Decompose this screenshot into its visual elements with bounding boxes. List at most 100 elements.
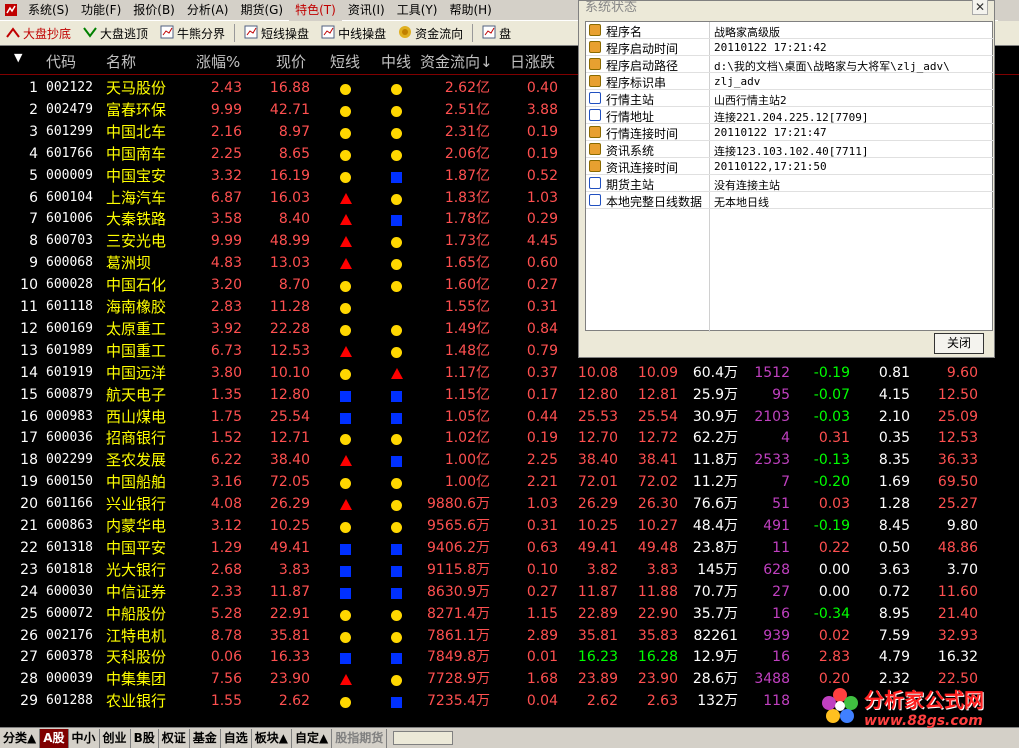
menu-item-6[interactable]: 资讯(I) (342, 0, 391, 21)
status-row[interactable]: 程序标识串 zlj_adv (586, 73, 994, 90)
status-key: 程序启动时间 (606, 42, 679, 56)
bottom-tab-0[interactable]: 分类▲ (0, 728, 41, 748)
header-mid-term[interactable]: 中线 (381, 51, 411, 72)
toolbar-button-0[interactable]: 大盘抄底 (0, 22, 77, 44)
table-row[interactable]: 21 600863 内蒙华电 3.12 10.25 9565.6万 0.31 10.25 10.… (0, 515, 1019, 537)
toolbar-button-6[interactable]: 盘 (476, 22, 517, 44)
daily-change: 0.19 (526, 123, 558, 140)
fund-flow: 1.55亿 (444, 299, 490, 315)
fund-flow: 1.00亿 (444, 474, 490, 491)
close-button[interactable]: 关闭 (934, 333, 984, 354)
app-logo-icon (2, 1, 20, 19)
bottom-tab-5[interactable]: 权证 (159, 728, 190, 748)
daily-change: 0.63 (526, 539, 558, 556)
ask-price: 26.30 (637, 496, 678, 513)
status-row[interactable]: 程序启动时间 20110122 17:21:42 (586, 39, 994, 56)
header-code[interactable]: 代码 (46, 51, 76, 72)
status-row[interactable]: 行情连接时间 20110122 17:21:47 (586, 124, 994, 141)
row-index: 10 (20, 277, 38, 294)
header-short-term[interactable]: 短线 (330, 51, 360, 72)
signal-square-icon (391, 456, 402, 468)
bottom-tab-7[interactable]: 自选 (221, 728, 252, 748)
menu-item-8[interactable]: 帮助(H) (443, 0, 497, 21)
stock-name: 兴业银行 (106, 495, 167, 514)
ask-price: 11.88 (637, 583, 678, 600)
menu-item-1[interactable]: 功能(F) (75, 0, 127, 21)
bottom-tab-4[interactable]: B股 (131, 728, 159, 748)
bottom-tab-10[interactable]: 股指期货 (332, 728, 388, 748)
change-percent: 1.55 (210, 693, 242, 710)
status-row[interactable]: 资讯连接时间 20110122,17:21:50 (586, 158, 994, 175)
stock-name: 航天电子 (106, 385, 167, 404)
table-row[interactable]: 25 600072 中船股份 5.28 22.91 8271.4万 1.15 22.89 22.… (0, 603, 1019, 625)
change-percent: 2.43 (210, 80, 242, 96)
header-change[interactable]: 涨幅% (196, 51, 240, 72)
bottom-tab-1[interactable]: A股 (40, 728, 69, 748)
fund-flow: 7235.4万 (427, 693, 490, 710)
dialog-close-icon[interactable]: ✕ (972, 0, 988, 15)
menu-item-5[interactable]: 特色(T) (289, 0, 342, 21)
open-price: 12.53 (937, 430, 978, 447)
horizontal-scrollbar[interactable] (393, 731, 454, 745)
rate-change: 0.00 (818, 561, 850, 578)
sort-toggle-icon[interactable]: ▼ (14, 51, 22, 64)
daily-change: 1.03 (526, 189, 558, 206)
signal-square-icon (340, 653, 351, 665)
bottom-tab-8[interactable]: 板块▲ (252, 728, 292, 748)
trade-count: 628 (763, 561, 790, 578)
bid-price: 12.70 (577, 430, 618, 447)
header-name[interactable]: 名称 (106, 51, 136, 72)
table-row[interactable]: 17 600036 招商银行 1.52 12.71 1.02亿 0.19 12.70 12.72… (0, 427, 1019, 449)
menu-item-4[interactable]: 期货(G) (234, 0, 289, 21)
toolbar-button-5[interactable]: 资金流向 (392, 22, 469, 44)
menu-item-0[interactable]: 系统(S) (22, 0, 75, 21)
table-row[interactable]: 24 600030 中信证券 2.33 11.87 8630.9万 0.27 11.87 11.… (0, 581, 1019, 603)
status-row[interactable]: 程序名 战略家高级版 (586, 22, 994, 39)
table-row[interactable]: 26 002176 江特电机 8.78 35.81 7861.1万 2.89 35.81 35.… (0, 625, 1019, 647)
bottom-tab-6[interactable]: 基金 (190, 728, 221, 748)
status-row[interactable]: 期货主站 没有连接主站 (586, 175, 994, 192)
toolbar-button-2[interactable]: 牛熊分界 (154, 22, 231, 44)
chart-icon (482, 25, 496, 42)
daily-change: 2.21 (526, 474, 558, 491)
volume: 132万 (697, 693, 738, 710)
header-fund-flow[interactable]: 资金流向↓ (420, 51, 493, 72)
table-row[interactable]: 20 601166 兴业银行 4.08 26.29 9880.6万 1.03 26.29 26.… (0, 493, 1019, 515)
status-row[interactable]: 行情主站 山西行情主站2 (586, 90, 994, 107)
bid-price: 11.87 (577, 583, 618, 600)
status-row[interactable]: 本地完整日线数据 无本地日线 (586, 192, 994, 209)
volume: 11.2万 (692, 474, 738, 491)
header-price[interactable]: 现价 (276, 51, 306, 72)
table-row[interactable]: 23 601818 光大银行 2.68 3.83 9115.8万 0.10 3.82 3.83 1… (0, 559, 1019, 581)
table-row[interactable]: 19 600150 中国船舶 3.16 72.05 1.00亿 2.21 72.01 72.02… (0, 471, 1019, 493)
toolbar-button-3[interactable]: 短线操盘 (238, 22, 315, 44)
daily-change: 1.68 (526, 671, 558, 688)
status-row[interactable]: 行情地址 连接221.204.225.12[7709] (586, 107, 994, 124)
row-index: 14 (20, 364, 38, 381)
table-row[interactable]: 16 000983 西山煤电 1.75 25.54 1.05亿 0.44 25.53 25.54… (0, 406, 1019, 428)
table-row[interactable]: 18 002299 圣农发展 6.22 38.40 1.00亿 2.25 38.40 38.41… (0, 449, 1019, 471)
change-percent: 6.73 (210, 342, 242, 359)
bottom-tab-2[interactable]: 中小 (69, 728, 100, 748)
table-row[interactable]: 27 600378 天科股份 0.06 16.33 7849.8万 0.01 16.23 16.… (0, 646, 1019, 668)
menu-item-2[interactable]: 报价(B) (127, 0, 181, 21)
fund-flow: 1.65亿 (444, 255, 490, 272)
status-row[interactable]: 程序启动路径 d:\我的文档\桌面\战略家与大将军\zlj_adv\ (586, 56, 994, 73)
change-percent: 7.56 (210, 671, 242, 688)
toolbar-button-4[interactable]: 中线操盘 (315, 22, 392, 44)
stock-name: 中国北车 (106, 122, 167, 141)
table-row[interactable]: 14 601919 中国远洋 3.80 10.10 1.17亿 0.37 10.08 10.09… (0, 362, 1019, 384)
daily-change: 0.19 (526, 430, 558, 447)
table-row[interactable]: 15 600879 航天电子 1.35 12.80 1.15亿 0.17 12.80 12.81… (0, 384, 1019, 406)
status-row[interactable]: 资讯系统 连接123.103.102.40[7711] (586, 141, 994, 158)
header-daily-change[interactable]: 日涨跌 (510, 51, 555, 72)
status-key: 资讯连接时间 (606, 161, 679, 175)
row-index: 29 (20, 693, 38, 710)
table-row[interactable]: 22 601318 中国平安 1.29 49.41 9406.2万 0.63 49.41 49.… (0, 537, 1019, 559)
bottom-tab-3[interactable]: 创业 (100, 728, 131, 748)
menu-item-3[interactable]: 分析(A) (181, 0, 235, 21)
menu-item-7[interactable]: 工具(Y) (391, 0, 444, 21)
toolbar-button-1[interactable]: 大盘逃顶 (77, 22, 154, 44)
change-percent: 2.68 (210, 561, 242, 578)
bottom-tab-9[interactable]: 自定▲ (292, 728, 333, 748)
